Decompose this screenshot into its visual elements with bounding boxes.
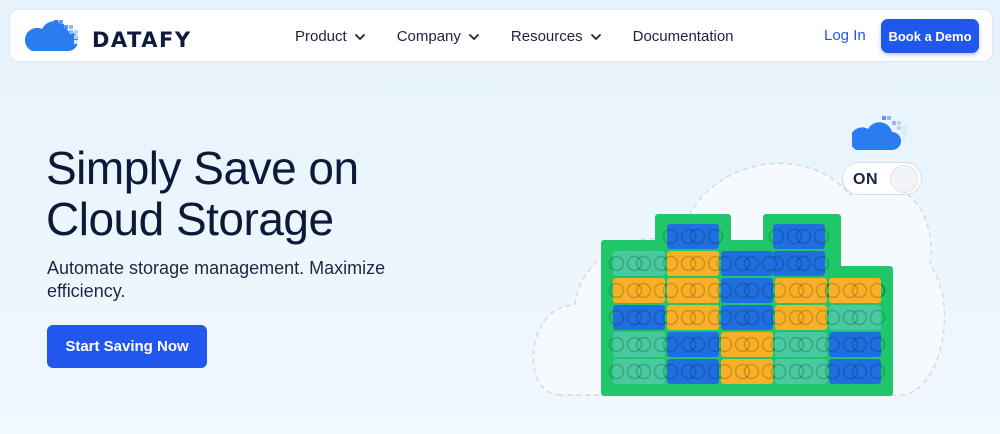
top-navbar: DATAFY Product Company Resources Documen… (9, 9, 993, 62)
chevron-down-icon (354, 33, 365, 40)
block-brick (773, 251, 825, 276)
nav-item-label: Company (396, 28, 461, 45)
block-brick (829, 305, 881, 330)
hero-title: Simply Save on Cloud Storage (46, 142, 359, 245)
block-brick (721, 251, 773, 276)
block-brick (721, 278, 773, 303)
start-saving-button[interactable]: Start Saving Now (47, 325, 207, 368)
brand-logo[interactable]: DATAFY (24, 17, 204, 55)
block-brick (667, 224, 719, 249)
brand-name: DATAFY (92, 28, 192, 52)
nav-item-documentation[interactable]: Documentation (633, 28, 734, 45)
cloud-pixel-icon (852, 116, 906, 150)
hero-subtitle: Automate storage management. Maximize ef… (47, 258, 386, 301)
block-brick (775, 305, 827, 330)
toggle-knob (890, 165, 918, 193)
nav-item-label: Documentation (632, 28, 734, 45)
block-brick (775, 359, 827, 384)
block-brick (667, 251, 719, 276)
power-toggle[interactable]: ON (842, 162, 922, 195)
block-brick (721, 359, 773, 384)
nav-item-company[interactable]: Company (397, 28, 480, 45)
block-brick (829, 278, 881, 303)
book-demo-button[interactable]: Book a Demo (881, 19, 979, 53)
block-brick (829, 332, 881, 357)
block-brick (667, 359, 719, 384)
chevron-down-icon (590, 33, 601, 40)
block-brick (667, 278, 719, 303)
block-brick (829, 359, 881, 384)
block-brick (613, 278, 665, 303)
nav-item-label: Product (295, 28, 347, 45)
nav-item-product[interactable]: Product (295, 28, 366, 45)
block-brick (773, 224, 825, 249)
nav-item-resources[interactable]: Resources (511, 28, 602, 45)
nav-item-label: Resources (510, 28, 583, 45)
main-nav: Product Company Resources Documentation (295, 10, 765, 63)
login-link[interactable]: Log In (824, 27, 866, 44)
block-brick (613, 359, 665, 384)
block-brick (613, 332, 665, 357)
block-brick (721, 332, 773, 357)
block-brick (667, 332, 719, 357)
block-brick (721, 305, 773, 330)
block-brick (613, 251, 665, 276)
chevron-down-icon (469, 33, 479, 40)
block-brick (667, 305, 719, 330)
cloud-pixel-icon (24, 20, 78, 51)
block-brick (775, 332, 827, 357)
block-brick (775, 278, 827, 303)
block-brick (613, 305, 665, 330)
toggle-label: ON (853, 171, 878, 188)
